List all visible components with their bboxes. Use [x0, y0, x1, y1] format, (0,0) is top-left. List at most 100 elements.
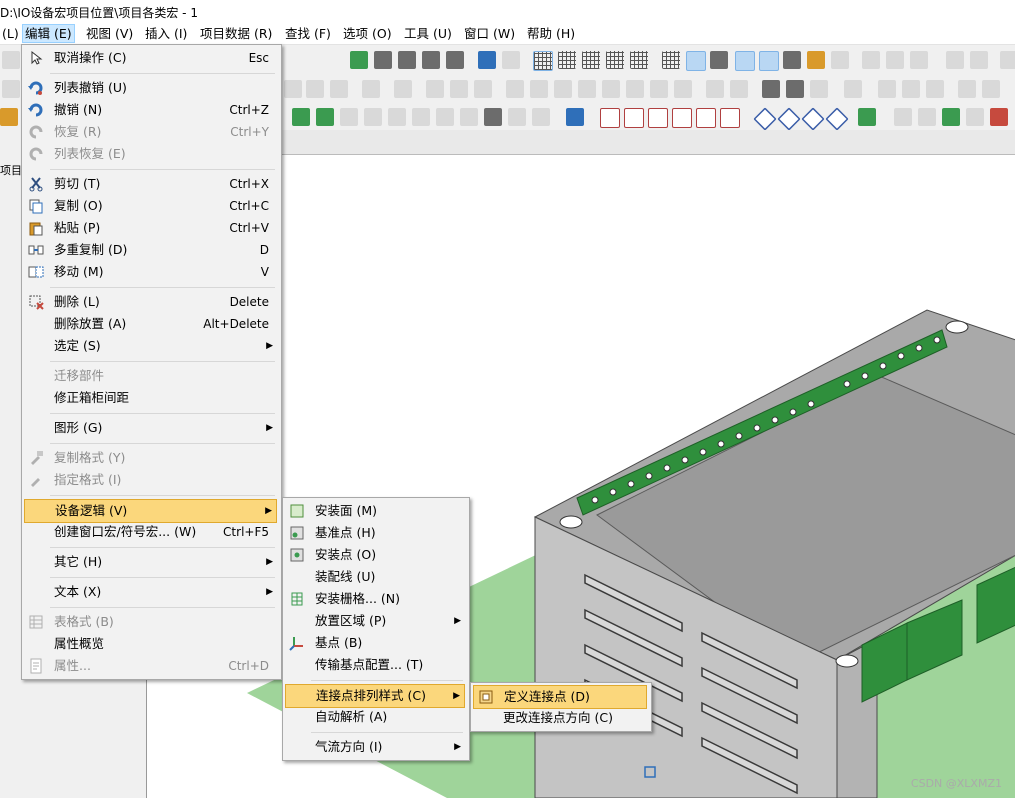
menu-item-cancel[interactable]: 取消操作 (C) Esc [24, 47, 277, 69]
toolbar-button[interactable] [394, 80, 412, 98]
cube-icon[interactable] [624, 108, 644, 128]
view-icon[interactable] [753, 107, 777, 131]
toolbar-button[interactable] [566, 108, 584, 126]
cube-icon[interactable] [696, 108, 716, 128]
toolbar-button[interactable] [506, 80, 524, 98]
toolbar-button[interactable] [810, 80, 828, 98]
menu-item-paste[interactable]: 粘贴 (P) Ctrl+V [24, 217, 277, 239]
menu-item-properties[interactable]: 属性... Ctrl+D [24, 655, 277, 677]
toolbar-button[interactable] [926, 80, 944, 98]
view-icon[interactable] [825, 107, 849, 131]
menu-item-assembly-line[interactable]: 装配线 (U) [285, 566, 465, 588]
menu-layout[interactable]: (L) [0, 25, 21, 42]
menu-help[interactable]: 帮助 (H) [525, 25, 577, 42]
snap-icon[interactable] [710, 51, 728, 69]
magnet-ortho-icon[interactable] [759, 51, 779, 71]
toolbar-button[interactable] [450, 80, 468, 98]
menu-item-migrate-parts[interactable]: 迁移部件 [24, 365, 277, 387]
menu-item-table-format[interactable]: 表格式 (B) [24, 611, 277, 633]
cart-icon[interactable] [1000, 51, 1015, 69]
cube-icon[interactable] [720, 108, 740, 128]
toolbar-button[interactable] [292, 108, 310, 126]
menu-item-other[interactable]: 其它 (H) ▶ [24, 551, 277, 573]
menu-item-delete-placement[interactable]: 删除放置 (A) Alt+Delete [24, 313, 277, 335]
toolbar-button[interactable] [902, 80, 920, 98]
toolbar-button[interactable] [362, 80, 380, 98]
menu-find[interactable]: 查找 (F) [283, 25, 333, 42]
menu-item-reference-point[interactable]: 基准点 (H) [285, 522, 465, 544]
ruler-icon[interactable] [831, 51, 849, 69]
toolbar-button[interactable] [0, 108, 18, 126]
toolbar-button[interactable] [786, 80, 804, 98]
toolbar-button[interactable] [2, 51, 20, 69]
menu-item-undo[interactable]: 撤销 (N) Ctrl+Z [24, 99, 277, 121]
menu-item-copy[interactable]: 复制 (O) Ctrl+C [24, 195, 277, 217]
magnet-icon[interactable] [735, 51, 755, 71]
view-icon[interactable] [801, 107, 825, 131]
menu-options[interactable]: 选项 (O) [341, 25, 394, 42]
cube-icon[interactable] [648, 108, 668, 128]
rotate-icon[interactable] [858, 108, 876, 126]
grid-a-icon[interactable] [533, 51, 553, 71]
toolbar-button[interactable] [602, 80, 620, 98]
menu-item-mounting-grid[interactable]: 安装栅格... (N) [285, 588, 465, 610]
menu-item-redo[interactable]: 恢复 (R) Ctrl+Y [24, 121, 277, 143]
refresh-icon[interactable] [350, 51, 368, 69]
omega-icon[interactable] [484, 108, 502, 126]
toolbar-button[interactable] [412, 108, 430, 126]
menu-project-data[interactable]: 项目数据 (R) [198, 25, 274, 42]
toolbar-button[interactable] [942, 108, 960, 126]
toolbar-button[interactable] [284, 80, 302, 98]
menu-item-multi-copy[interactable]: 多重复制 (D) D [24, 239, 277, 261]
toolbar-button[interactable] [508, 108, 526, 126]
menu-item-list-undo[interactable]: 列表撤销 (U) [24, 77, 277, 99]
toolbar-button[interactable] [958, 80, 976, 98]
grid-d-icon[interactable] [606, 51, 624, 69]
menu-insert[interactable]: 插入 (I) [143, 25, 189, 42]
toolbar-button[interactable] [474, 80, 492, 98]
menu-item-property-overview[interactable]: 属性概览 [24, 633, 277, 655]
cube-icon[interactable] [672, 108, 692, 128]
toolbar-button[interactable] [762, 80, 780, 98]
table-icon[interactable] [807, 51, 825, 69]
toolbar-button[interactable] [364, 108, 382, 126]
format-c-icon[interactable] [910, 51, 928, 69]
toolbar-button[interactable] [650, 80, 668, 98]
toolbar-button[interactable] [530, 80, 548, 98]
menu-item-change-connection-direction[interactable]: 更改连接点方向 (C) [473, 707, 647, 729]
menu-item-cut[interactable]: 剪切 (T) Ctrl+X [24, 173, 277, 195]
hierarchy-icon[interactable] [783, 51, 801, 69]
toolbar-button[interactable] [990, 108, 1008, 126]
menu-item-select[interactable]: 选定 (S) ▶ [24, 335, 277, 357]
zoom-in-icon[interactable] [398, 51, 416, 69]
menu-item-copy-format[interactable]: 复制格式 (Y) [24, 447, 277, 469]
cross-icon[interactable] [946, 51, 964, 69]
menu-edit[interactable]: 编辑 (E) [22, 24, 75, 43]
toolbar-button[interactable] [578, 80, 596, 98]
zoom-out-icon[interactable] [422, 51, 440, 69]
select-icon[interactable] [970, 51, 988, 69]
menu-item-mounting-point[interactable]: 安装点 (O) [285, 544, 465, 566]
menu-item-define-connection[interactable]: 定义连接点 (D) [473, 685, 647, 709]
menu-item-airflow-direction[interactable]: 气流方向 (I) ▶ [285, 736, 465, 758]
format-a-icon[interactable] [862, 51, 880, 69]
toolbar-button[interactable] [674, 80, 692, 98]
toolbar-button[interactable] [532, 108, 550, 126]
toolbar-button[interactable] [554, 80, 572, 98]
toolbar-button[interactable] [426, 80, 444, 98]
zoom-all-icon[interactable] [446, 51, 464, 69]
menu-item-transfer-base-point[interactable]: 传输基点配置... (T) [285, 654, 465, 676]
menu-item-move[interactable]: 移动 (M) V [24, 261, 277, 283]
menu-item-correct-cabinet-spacing[interactable]: 修正箱柜间距 [24, 387, 277, 409]
toolbar-button[interactable] [730, 80, 748, 98]
toolbar-button[interactable] [306, 80, 324, 98]
cube-icon[interactable] [600, 108, 620, 128]
menu-item-text[interactable]: 文本 (X) ▶ [24, 581, 277, 603]
toolbar-button[interactable] [2, 80, 20, 98]
forward-icon[interactable] [502, 51, 520, 69]
snap-grid-icon[interactable] [686, 51, 706, 71]
format-b-icon[interactable] [886, 51, 904, 69]
toolbar-button[interactable] [436, 108, 454, 126]
menu-window[interactable]: 窗口 (W) [462, 25, 517, 42]
toolbar-button[interactable] [844, 80, 862, 98]
